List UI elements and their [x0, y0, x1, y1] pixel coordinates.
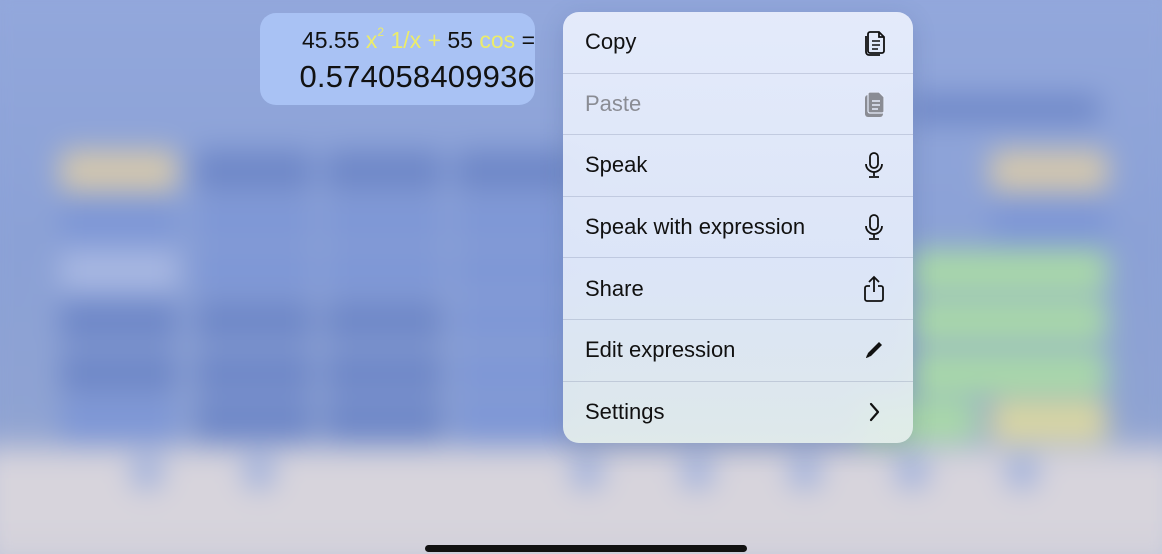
menu-item-share[interactable]: Share	[563, 258, 913, 320]
expression-number-2: 55	[447, 27, 473, 53]
microphone-icon	[861, 152, 887, 179]
menu-item-edit-expression[interactable]: Edit expression	[563, 320, 913, 382]
microphone-icon	[861, 214, 887, 240]
menu-item-copy[interactable]: Copy	[563, 12, 913, 74]
result-value: 0.574058409936	[299, 59, 535, 94]
square-operator: x2	[365, 25, 385, 53]
share-icon	[861, 275, 887, 302]
expression-line: 45.55 x2 1/x + 55 cos =	[301, 25, 535, 54]
menu-item-label: Paste	[585, 90, 642, 116]
chevron-right-icon	[861, 399, 887, 425]
context-menu: Copy Paste Speak Speak with expression S…	[563, 12, 913, 443]
menu-item-label: Speak	[585, 152, 648, 178]
menu-item-settings[interactable]: Settings	[563, 382, 913, 443]
menu-item-label: Speak with expression	[585, 214, 806, 240]
menu-item-speak-with-expression[interactable]: Speak with expression	[563, 197, 913, 259]
menu-item-label: Share	[585, 275, 644, 301]
paste-icon	[861, 91, 887, 117]
cos-operator: cos	[479, 27, 516, 53]
expression-result-bubble[interactable]: 45.55 x2 1/x + 55 cos = 0.574058409936	[260, 13, 535, 105]
menu-item-paste[interactable]: Paste	[563, 74, 913, 136]
menu-item-label: Copy	[585, 29, 637, 55]
plus-operator: +	[427, 27, 441, 53]
home-indicator[interactable]	[425, 545, 747, 552]
expression-number-1: 45.55	[301, 27, 360, 53]
menu-item-label: Edit expression	[585, 337, 736, 363]
menu-item-label: Settings	[585, 399, 665, 425]
pencil-icon	[861, 337, 887, 363]
menu-item-speak[interactable]: Speak	[563, 135, 913, 197]
equals-sign: =	[521, 27, 535, 53]
calculator-screen: 45.55 x2 1/x + 55 cos = 0.574058409936 C…	[0, 0, 1162, 554]
copy-icon	[861, 29, 887, 57]
reciprocal-operator: 1/x	[390, 27, 422, 53]
